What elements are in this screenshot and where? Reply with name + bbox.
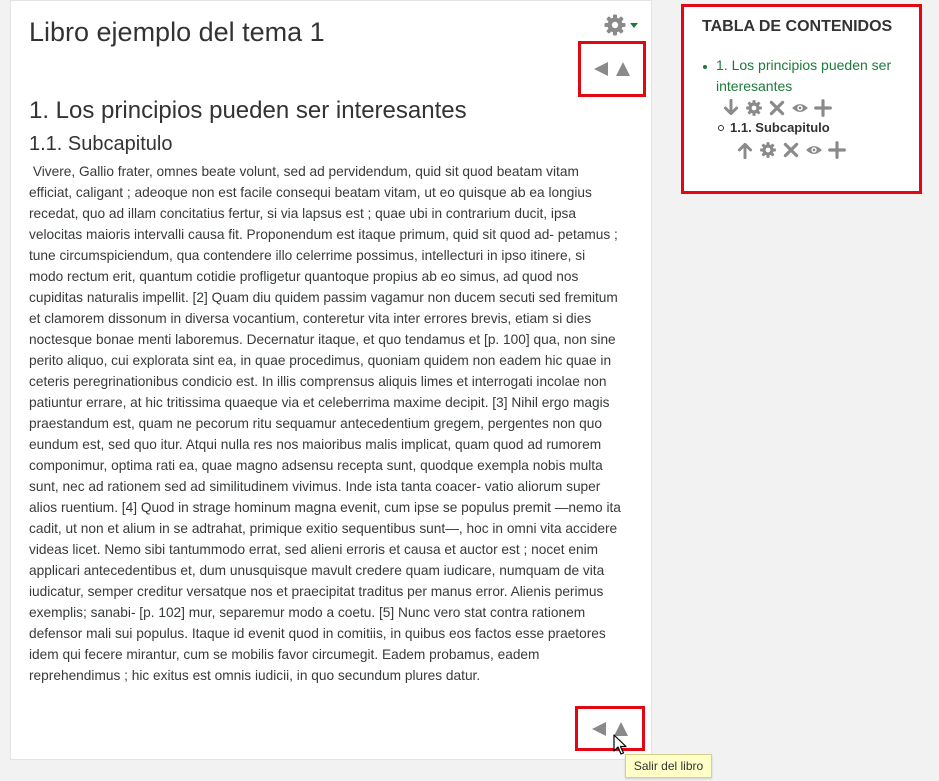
settings-menu-button[interactable]: [603, 13, 638, 37]
gear-icon: [746, 100, 762, 116]
table-of-contents: TABLA DE CONTENIDOS 1. Los principios pu…: [681, 4, 922, 194]
plus-icon: [814, 99, 832, 117]
chevron-down-icon: [630, 22, 638, 28]
gear-icon: [604, 14, 626, 36]
edit-button[interactable]: [745, 99, 763, 117]
hide-button[interactable]: [791, 99, 809, 117]
toc-chapter-link[interactable]: 1. Los principios pueden ser interesante…: [716, 55, 911, 97]
bottom-navigation: [575, 706, 645, 751]
hide-button[interactable]: [805, 141, 823, 159]
page-title: Libro ejemplo del tema 1: [29, 17, 325, 47]
book-content-panel: Libro ejemplo del tema 1 1. Los principi…: [10, 0, 652, 760]
arrow-down-icon: [723, 99, 739, 116]
delete-button[interactable]: [782, 141, 800, 159]
delete-button[interactable]: [768, 99, 786, 117]
top-navigation: [578, 41, 646, 97]
close-icon: [783, 142, 799, 158]
edit-button[interactable]: [759, 141, 777, 159]
add-chapter-button[interactable]: [814, 99, 832, 117]
previous-button[interactable]: [591, 721, 607, 737]
bullet-icon: [718, 125, 724, 131]
move-up-button[interactable]: [736, 141, 754, 159]
chapter-body-text: Vivere, Gallio frater, omnes beate volun…: [29, 164, 621, 683]
arrow-left-icon: [594, 62, 608, 76]
eye-icon: [806, 146, 822, 154]
tooltip: Salir del libro: [625, 754, 712, 778]
gear-icon: [760, 142, 776, 158]
arrow-left-icon: [592, 721, 606, 736]
chapter-title: 1. Los principios pueden ser interesante…: [29, 97, 467, 124]
plus-icon: [828, 141, 846, 159]
eye-icon: [792, 104, 808, 112]
mouse-cursor-icon: [613, 734, 627, 755]
close-icon: [769, 100, 785, 116]
toc-subchapter-current: 1.1. Subcapitulo: [730, 120, 830, 135]
toc-subchapter-actions: [736, 141, 846, 159]
toc-chapter-actions: [722, 99, 832, 117]
add-chapter-button[interactable]: [828, 141, 846, 159]
exit-book-button[interactable]: [615, 61, 631, 77]
bullet-icon: [703, 65, 707, 69]
arrow-up-icon: [737, 142, 753, 159]
toc-heading: TABLA DE CONTENIDOS: [702, 18, 893, 35]
arrow-up-icon: [616, 62, 630, 76]
move-down-button[interactable]: [722, 99, 740, 117]
subchapter-title: 1.1. Subcapitulo: [29, 133, 173, 155]
previous-button[interactable]: [593, 61, 609, 77]
